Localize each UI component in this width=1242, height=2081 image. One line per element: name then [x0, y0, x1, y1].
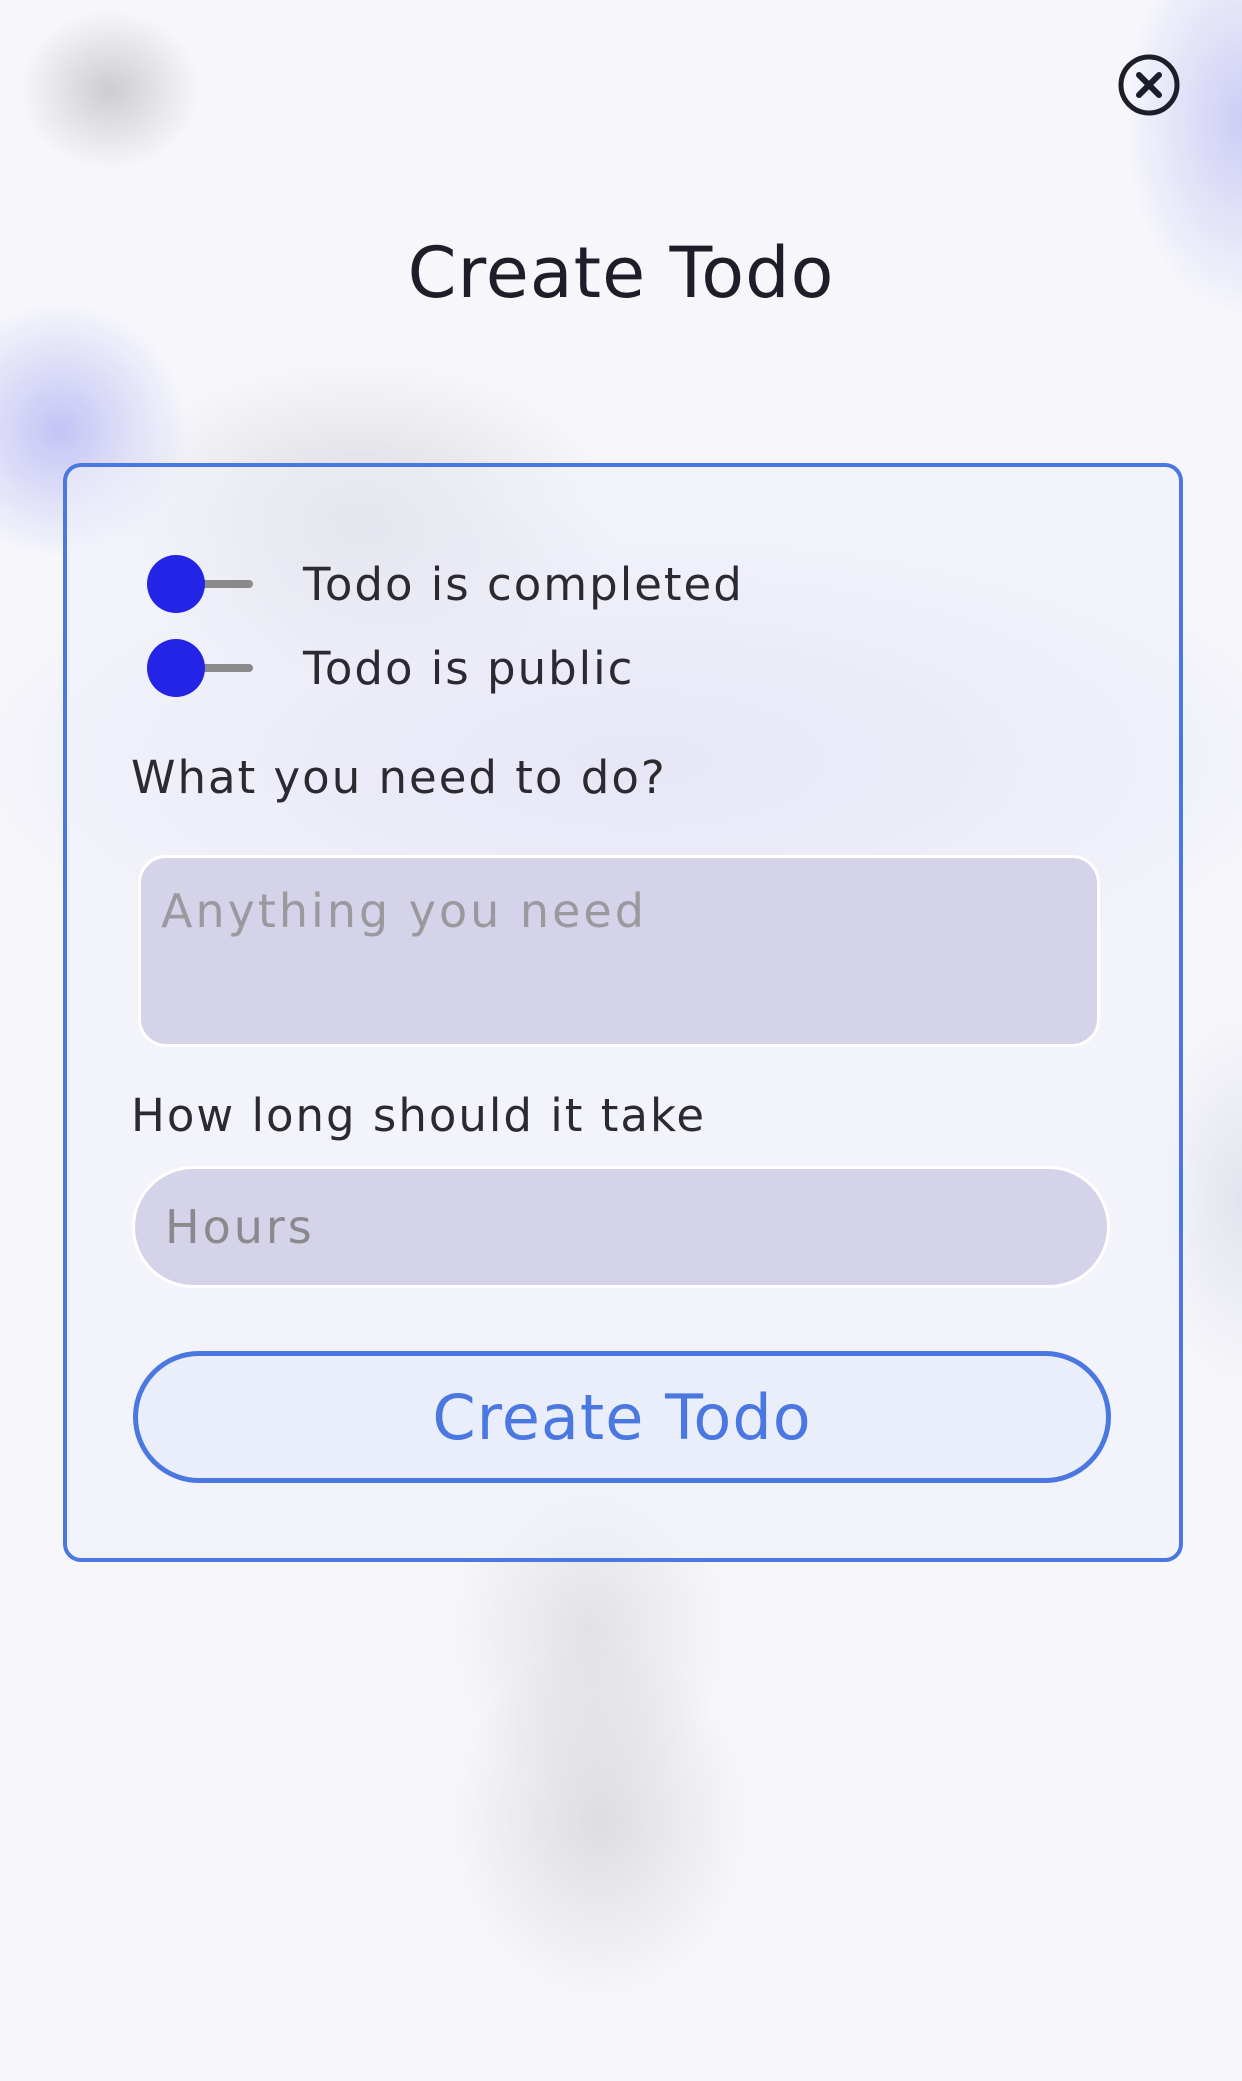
task-input[interactable]: [138, 855, 1100, 1047]
completed-toggle-row: Todo is completed: [143, 552, 744, 616]
page-title: Create Todo: [407, 232, 835, 314]
public-toggle[interactable]: [143, 636, 263, 700]
duration-label: How long should it take: [131, 1089, 707, 1142]
task-label: What you need to do?: [131, 751, 667, 804]
close-circle-icon: [1118, 54, 1180, 116]
close-button[interactable]: [1117, 53, 1181, 117]
public-toggle-row: Todo is public: [143, 636, 634, 700]
completed-toggle-label: Todo is completed: [303, 557, 744, 611]
create-todo-button[interactable]: Create Todo: [133, 1351, 1111, 1483]
toggle-knob[interactable]: [147, 639, 205, 697]
toggle-knob[interactable]: [147, 555, 205, 613]
public-toggle-label: Todo is public: [303, 641, 635, 695]
hours-input[interactable]: [132, 1166, 1110, 1288]
completed-toggle[interactable]: [143, 552, 263, 616]
create-todo-form: Todo is completed Todo is public What yo…: [63, 463, 1183, 1562]
